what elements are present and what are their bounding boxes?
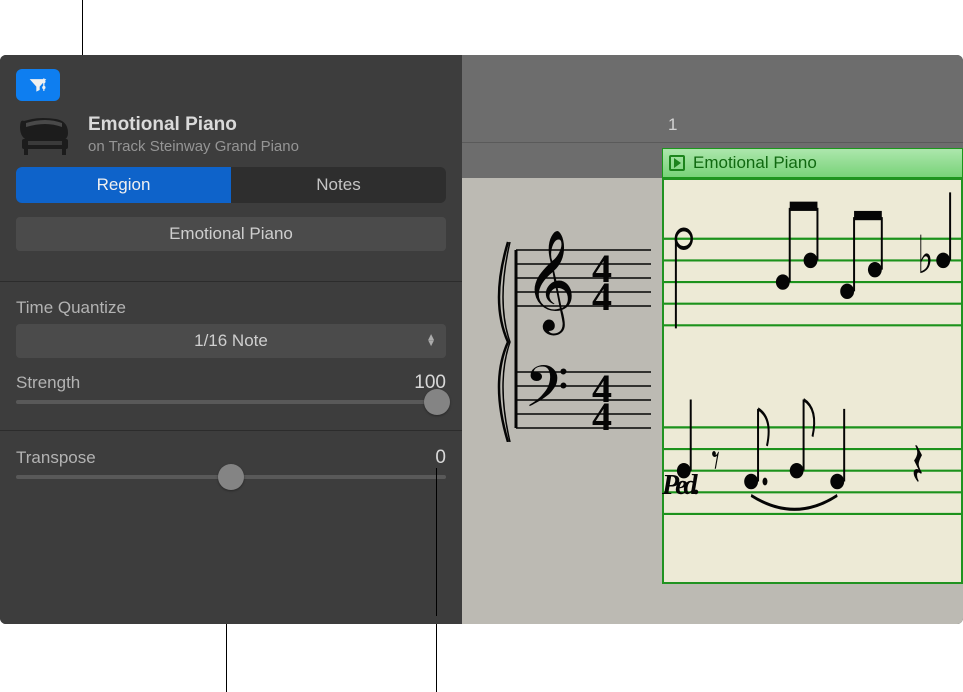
filter-icon [28,76,48,94]
catch-filter-button[interactable] [16,69,60,101]
strength-slider-thumb[interactable] [424,389,450,415]
region-title: Emotional Piano [88,114,446,136]
region-subtitle: on Track Steinway Grand Piano [88,138,446,155]
score-region-label: Emotional Piano [693,153,817,173]
ruler-bar-number: 1 [668,115,677,135]
svg-text:4: 4 [592,274,612,319]
inspector-tab-segmented: Region Notes [16,167,446,203]
svg-text:♭: ♭ [917,226,933,284]
tab-notes[interactable]: Notes [231,167,446,203]
grand-staff-clefs: 𝄞 𝄢 4 4 4 4 [496,212,651,442]
ruler[interactable]: 1 [462,109,963,143]
svg-text:𝄾: 𝄾 [712,433,720,488]
region-name-field[interactable]: Emotional Piano [16,217,446,251]
score-editor: 1 Emotional Piano [462,55,963,624]
region-header-title-block: Emotional Piano on Track Steinway Grand … [88,114,446,155]
svg-text:𝄢: 𝄢 [524,357,569,434]
notation: ♭ 𝄾 [664,180,961,582]
piano-icon [16,111,74,157]
inspector-panel: Emotional Piano on Track Steinway Grand … [0,55,462,624]
transpose-label: Transpose [16,448,96,468]
strength-slider[interactable] [16,400,446,404]
transpose-value: 0 [435,447,446,469]
score-note-region[interactable]: ♭ 𝄾 [662,178,963,584]
strength-label: Strength [16,373,80,393]
tab-region[interactable]: Region [16,167,231,203]
time-quantize-select[interactable]: 1/16 Note ▲▼ [16,324,446,358]
score-region-header[interactable]: Emotional Piano [662,148,963,178]
time-quantize-value: 1/16 Note [194,331,268,351]
transpose-slider[interactable] [16,475,446,479]
divider [0,281,462,282]
loop-icon [669,155,685,171]
transpose-slider-thumb[interactable] [218,464,244,490]
time-quantize-label: Time Quantize [16,298,446,318]
chevrons-icon: ▲▼ [426,335,436,347]
score-page: 𝄞 𝄢 4 4 4 4 [462,178,963,624]
divider [0,430,462,431]
pedal-marking: Ped. [662,470,697,502]
svg-text:𝄞: 𝄞 [524,231,576,336]
svg-text:𝄽: 𝄽 [912,433,924,501]
svg-text:4: 4 [592,394,612,439]
